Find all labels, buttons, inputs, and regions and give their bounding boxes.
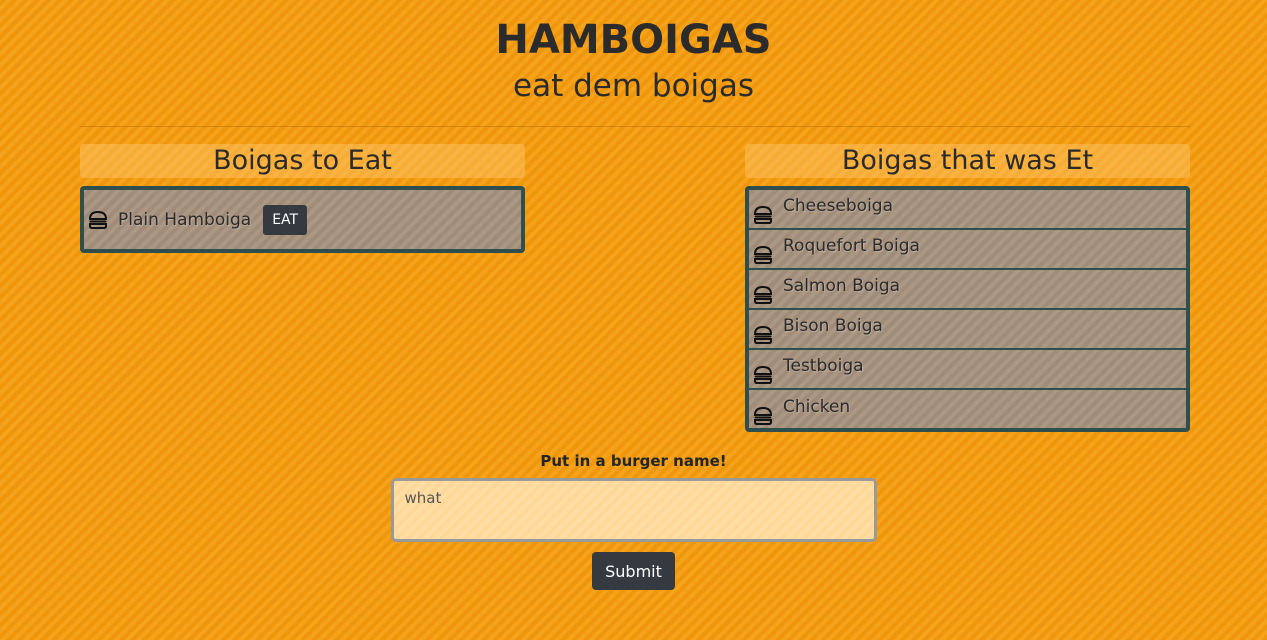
eaten-burger-item: Cheeseboiga (749, 190, 1186, 230)
burger-name: Salmon Boiga (783, 276, 901, 296)
burger-name: Cheeseboiga (783, 196, 894, 216)
header-divider (80, 126, 1190, 127)
eaten-burger-list: Cheeseboiga Roquefort Boiga Salmon Boiga (745, 186, 1190, 432)
burger-name: Plain Hamboiga (118, 209, 252, 230)
eaten-burger-item: Testboiga (749, 350, 1186, 390)
burger-name: Chicken (783, 397, 851, 417)
burger-name: Bison Boiga (783, 316, 883, 336)
boigas-to-eat-heading: Boigas to Eat (80, 144, 525, 178)
burger-name-input[interactable]: what (390, 478, 877, 542)
hamburger-icon (753, 325, 773, 344)
burger-name: Roquefort Boiga (783, 236, 920, 256)
uneaten-burger-list: Plain Hamboiga EAT (80, 186, 525, 253)
burger-name-label: Put in a burger name! (540, 452, 727, 470)
hamburger-icon (753, 245, 773, 264)
hamburger-icon (753, 285, 773, 304)
eaten-burger-item: Salmon Boiga (749, 270, 1186, 310)
hamburger-icon (753, 406, 773, 425)
submit-button[interactable]: Submit (592, 552, 675, 590)
eaten-burger-item: Chicken (749, 390, 1186, 430)
eaten-burger-item: Bison Boiga (749, 310, 1186, 350)
site-title: HAMBOIGAS (495, 17, 772, 63)
page-header: HAMBOIGAS eat dem boigas (0, 0, 1267, 106)
boigas-eaten-heading: Boigas that was Et (745, 144, 1190, 178)
hamburger-icon (753, 205, 773, 224)
eat-button[interactable]: EAT (263, 204, 308, 235)
boigas-to-eat-panel: Boigas to Eat Plain Hamboiga EAT (80, 144, 525, 253)
hamburger-icon (88, 210, 108, 229)
boigas-eaten-panel: Boigas that was Et Cheeseboiga Roquefort… (745, 144, 1190, 432)
add-burger-form: Put in a burger name! what Submit (0, 452, 1267, 590)
site-subtitle: eat dem boigas (513, 68, 754, 104)
eaten-burger-item: Roquefort Boiga (749, 230, 1186, 270)
burger-name: Testboiga (783, 356, 864, 376)
hamburger-icon (753, 365, 773, 384)
